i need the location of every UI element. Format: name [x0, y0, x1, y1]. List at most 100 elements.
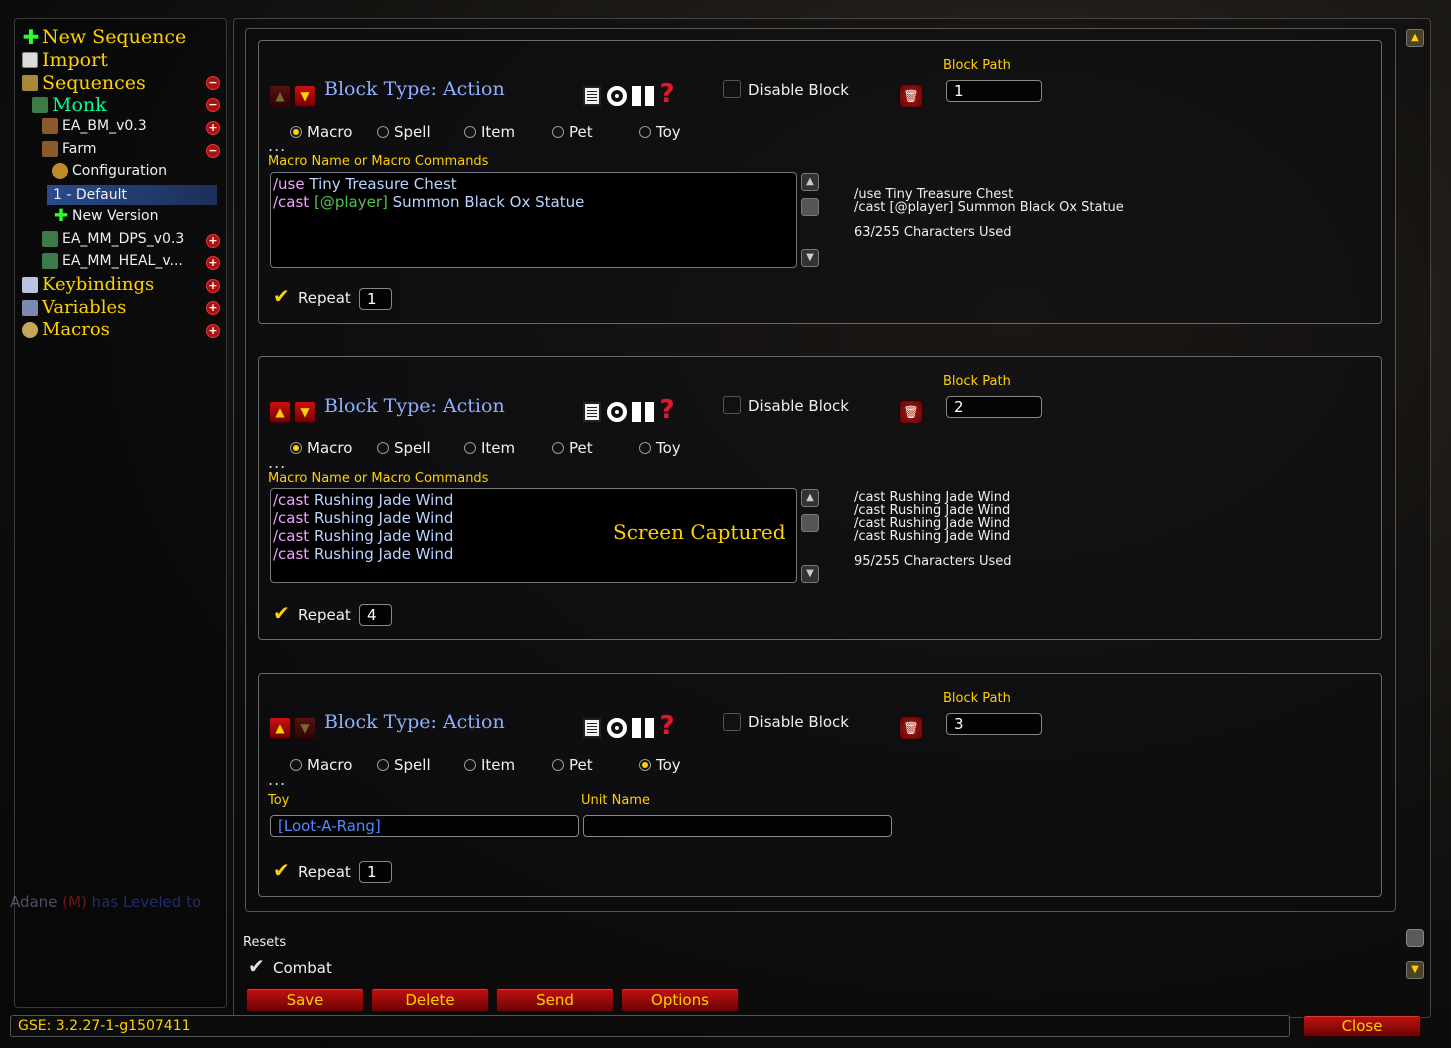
collapse-farm-icon[interactable]: −: [206, 144, 220, 158]
main-scroll-up-button[interactable]: ▲: [1406, 29, 1424, 47]
scroll-down-button[interactable]: ▼: [801, 249, 819, 267]
tree-sequences[interactable]: Sequences: [22, 72, 146, 94]
loop-icon[interactable]: [607, 718, 627, 738]
macros-icon: [22, 321, 38, 338]
pause-icon[interactable]: [632, 718, 654, 738]
move-up-button[interactable]: ▲: [269, 401, 291, 423]
radio-label: Toy: [656, 756, 681, 774]
save-button[interactable]: Save: [246, 988, 364, 1012]
collapse-sequences-icon[interactable]: −: [206, 76, 220, 90]
move-down-button[interactable]: ▼: [294, 401, 316, 423]
repeat-checkbox[interactable]: ✔: [273, 603, 290, 623]
move-down-button[interactable]: ▼: [294, 85, 316, 107]
document-icon[interactable]: [583, 402, 601, 422]
main-scroll-down-button[interactable]: ▼: [1406, 961, 1424, 979]
collapse-monk-icon[interactable]: −: [206, 98, 220, 112]
help-icon[interactable]: ?: [657, 397, 677, 423]
tree-farm[interactable]: Farm: [42, 141, 97, 157]
block-path-input[interactable]: 3: [946, 713, 1042, 735]
radio-macro[interactable]: Macro: [290, 123, 352, 141]
status-bar: GSE: 3.2.27-1-g1507411: [10, 1015, 1290, 1037]
tree-macros[interactable]: Macros: [22, 319, 110, 340]
expand-macros-icon[interactable]: +: [206, 324, 220, 338]
radio-spell[interactable]: Spell: [377, 439, 431, 457]
repeat-checkbox[interactable]: ✔: [273, 860, 290, 880]
pause-icon[interactable]: [632, 402, 654, 422]
delete-block-icon[interactable]: 🗑: [899, 716, 923, 740]
tree-variables[interactable]: Variables: [22, 297, 126, 318]
radio-item[interactable]: Item: [464, 123, 515, 141]
unit-name-input[interactable]: [583, 815, 892, 837]
repeat-input[interactable]: 4: [359, 604, 392, 626]
scroll-up-button[interactable]: ▲: [801, 173, 819, 191]
delete-block-icon[interactable]: 🗑: [899, 400, 923, 424]
disable-block-checkbox[interactable]: [723, 80, 741, 98]
expand-variables-icon[interactable]: +: [206, 301, 220, 315]
loop-icon[interactable]: [607, 402, 627, 422]
macro-code-editor[interactable]: /use Tiny Treasure Chest /cast [@player]…: [270, 172, 797, 268]
toy-input[interactable]: [Loot-A-Rang]: [270, 815, 579, 837]
disable-block-checkbox[interactable]: [723, 713, 741, 731]
tree-new-sequence[interactable]: ✚ New Sequence: [22, 26, 187, 48]
document-icon[interactable]: [583, 718, 601, 738]
tree-ea-mm-heal[interactable]: EA_MM_HEAL_v...: [42, 253, 183, 269]
move-down-button[interactable]: ▼: [294, 717, 316, 739]
tree-configuration[interactable]: Configuration: [52, 163, 167, 179]
repeat-input[interactable]: 1: [359, 288, 392, 310]
block-path-input[interactable]: 2: [946, 396, 1042, 418]
move-up-button[interactable]: ▲: [269, 85, 291, 107]
options-button[interactable]: Options: [621, 988, 739, 1012]
tree-default-version[interactable]: 1 - Default: [47, 185, 217, 205]
radio-label: Spell: [394, 756, 431, 774]
tree-keybindings[interactable]: Keybindings: [22, 274, 154, 295]
scroll-thumb[interactable]: [801, 514, 819, 532]
help-icon[interactable]: ?: [657, 81, 677, 107]
radio-dot: [464, 126, 476, 138]
disable-block-checkbox[interactable]: [723, 396, 741, 414]
radio-spell[interactable]: Spell: [377, 756, 431, 774]
pause-icon[interactable]: [632, 86, 654, 106]
combat-checkbox[interactable]: ✔: [248, 956, 265, 976]
main-scroll-thumb[interactable]: [1406, 929, 1424, 947]
tree-new-version[interactable]: ✚ New Version: [52, 208, 159, 225]
expand-ea-mm-heal-icon[interactable]: +: [206, 256, 220, 270]
radio-macro[interactable]: Macro: [290, 756, 352, 774]
tree-ea-mm-dps[interactable]: EA_MM_DPS_v0.3: [42, 231, 184, 247]
code-arg: Rushing Jade Wind: [313, 509, 454, 527]
radio-toy[interactable]: Toy: [639, 439, 681, 457]
radio-toy[interactable]: Toy: [639, 756, 681, 774]
send-button[interactable]: Send: [496, 988, 614, 1012]
block-type-label: Block Type: Action: [324, 395, 505, 417]
scroll-down-button[interactable]: ▼: [801, 565, 819, 583]
tree-monk[interactable]: Monk: [32, 94, 107, 116]
scroll-thumb[interactable]: [801, 198, 819, 216]
radio-item[interactable]: Item: [464, 756, 515, 774]
expand-ea-bm-icon[interactable]: +: [206, 121, 220, 135]
close-button[interactable]: Close: [1303, 1015, 1421, 1037]
radio-dot: [639, 442, 651, 454]
scroll-up-button[interactable]: ▲: [801, 489, 819, 507]
radio-pet[interactable]: Pet: [552, 756, 593, 774]
radio-spell[interactable]: Spell: [377, 123, 431, 141]
repeat-label: Repeat: [298, 863, 351, 881]
radio-pet[interactable]: Pet: [552, 123, 593, 141]
move-up-button[interactable]: ▲: [269, 717, 291, 739]
tree-ea-bm[interactable]: EA_BM_v0.3: [42, 118, 147, 134]
radio-macro[interactable]: Macro: [290, 439, 352, 457]
tree-import[interactable]: Import: [22, 49, 108, 71]
delete-block-icon[interactable]: 🗑: [899, 84, 923, 108]
repeat-input[interactable]: 1: [359, 861, 392, 883]
delete-button[interactable]: Delete: [371, 988, 489, 1012]
help-icon[interactable]: ?: [657, 713, 677, 739]
radio-pet[interactable]: Pet: [552, 439, 593, 457]
expand-ea-mm-dps-icon[interactable]: +: [206, 234, 220, 248]
document-icon[interactable]: [583, 86, 601, 106]
expand-keybindings-icon[interactable]: +: [206, 279, 220, 293]
radio-toy[interactable]: Toy: [639, 123, 681, 141]
sequence-icon: [42, 118, 58, 134]
radio-item[interactable]: Item: [464, 439, 515, 457]
loop-icon[interactable]: [607, 86, 627, 106]
block-path-input[interactable]: 1: [946, 80, 1042, 102]
repeat-checkbox[interactable]: ✔: [273, 286, 290, 306]
block-type-label: Block Type: Action: [324, 711, 505, 733]
